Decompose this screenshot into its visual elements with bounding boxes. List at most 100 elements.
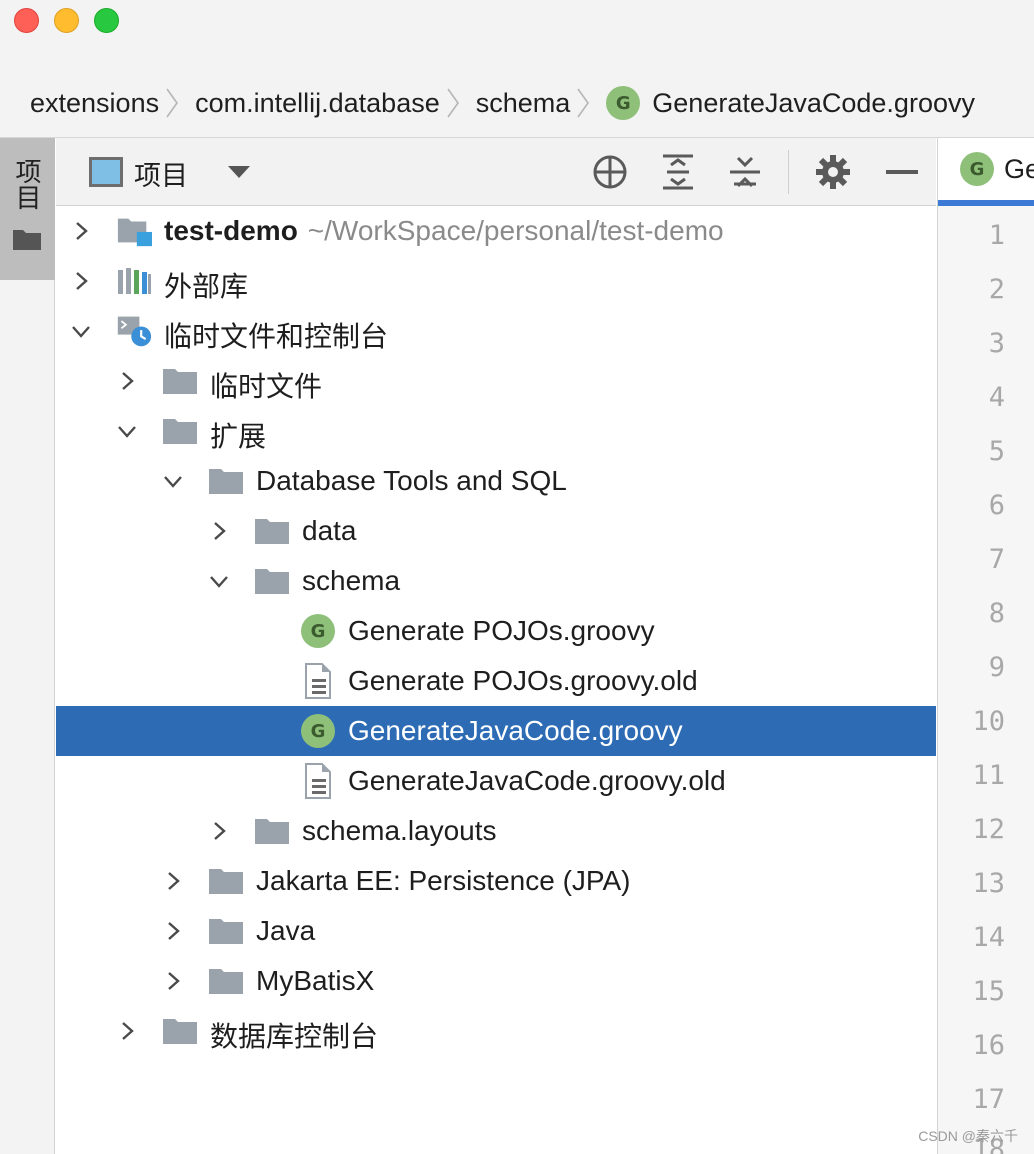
- line-number: 3: [988, 328, 1005, 359]
- tool-window-strip: 项目: [0, 138, 55, 1154]
- line-number: 5: [988, 436, 1005, 467]
- line-number: 17: [972, 1084, 1005, 1115]
- tree-row-database-consoles[interactable]: 数据库控制台: [56, 1006, 936, 1056]
- tree-row-test-demo[interactable]: test-demo ~/WorkSpace/personal/test-demo: [56, 206, 936, 256]
- tree-row-mybatisx[interactable]: MyBatisX: [56, 956, 936, 1006]
- line-number: 10: [972, 706, 1005, 737]
- chevron-right-icon[interactable]: [162, 920, 184, 942]
- breadcrumb-separator-icon: [165, 85, 179, 121]
- breadcrumb-item[interactable]: com.intellij.database: [195, 88, 440, 119]
- line-number-gutter: 1 2 3 4 5 6 7 8 9 10 11 12 13 14 15 16 1…: [938, 208, 1034, 1154]
- breadcrumb-item-file[interactable]: G GenerateJavaCode.groovy: [606, 86, 975, 120]
- tree-row-label: schema.layouts: [302, 815, 497, 846]
- chevron-right-icon[interactable]: [116, 370, 138, 392]
- text-file-icon: [300, 663, 336, 699]
- chevron-right-icon[interactable]: [162, 870, 184, 892]
- folder-icon: [208, 864, 244, 898]
- groovy-icon: G: [960, 152, 994, 186]
- groovy-icon: G: [301, 714, 335, 748]
- folder-icon: [208, 964, 244, 998]
- chevron-right-icon[interactable]: [162, 970, 184, 992]
- title-bar: extensions com.intellij.database schema …: [0, 0, 1034, 138]
- project-toolbar: 项目: [56, 138, 936, 206]
- tree-row-label: Generate POJOs.groovy.old: [348, 665, 698, 696]
- maximize-window-button[interactable]: [94, 8, 119, 33]
- chevron-right-icon[interactable]: [70, 270, 92, 292]
- chevron-right-icon[interactable]: [208, 820, 230, 842]
- folder-icon: [162, 364, 198, 398]
- chevron-down-icon[interactable]: [162, 470, 184, 492]
- tree-row-schema[interactable]: schema: [56, 556, 936, 606]
- tree-row-label: test-demo: [164, 215, 298, 246]
- project-view-icon: [89, 157, 123, 187]
- tree-row-label: Database Tools and SQL: [256, 465, 567, 496]
- line-number: 11: [972, 760, 1005, 791]
- line-number: 4: [988, 382, 1005, 413]
- toolbar-divider: [788, 150, 789, 194]
- tree-row-label: GenerateJavaCode.groovy: [348, 715, 683, 746]
- editor-tab-label: Ge: [1004, 153, 1034, 184]
- tree-row-external-libraries[interactable]: 外部库: [56, 256, 936, 306]
- breadcrumb-separator-icon: [576, 85, 590, 121]
- groovy-icon: G: [606, 86, 641, 120]
- breadcrumb-separator-icon: [446, 85, 460, 121]
- folder-icon: [162, 1014, 198, 1048]
- tree-row-file[interactable]: GenerateJavaCode.groovy.old: [56, 756, 936, 806]
- project-tool-window-tab[interactable]: 项目: [0, 138, 55, 280]
- chevron-down-icon[interactable]: [116, 420, 138, 442]
- text-file-icon: [300, 763, 336, 799]
- line-number: 15: [972, 976, 1005, 1007]
- minimize-icon[interactable]: [882, 152, 922, 192]
- tree-row-file[interactable]: G Generate POJOs.groovy: [56, 606, 936, 656]
- tree-row-path: ~/WorkSpace/personal/test-demo: [307, 215, 724, 246]
- tree-row-data[interactable]: data: [56, 506, 936, 556]
- library-icon: [116, 264, 152, 298]
- tree-row-schema-layouts[interactable]: schema.layouts: [56, 806, 936, 856]
- line-number: 9: [988, 652, 1005, 683]
- tree-row-file[interactable]: Generate POJOs.groovy.old: [56, 656, 936, 706]
- collapse-all-icon[interactable]: [725, 152, 765, 192]
- tree-row-label: 临时文件: [210, 371, 323, 402]
- line-number: 7: [988, 544, 1005, 575]
- folder-icon: [208, 914, 244, 948]
- line-number: 8: [988, 598, 1005, 629]
- project-tree: test-demo ~/WorkSpace/personal/test-demo …: [56, 206, 936, 1154]
- editor-tab[interactable]: G Ge: [938, 138, 1034, 206]
- expand-all-icon[interactable]: [658, 152, 698, 192]
- chevron-right-icon[interactable]: [70, 220, 92, 242]
- scratch-icon: [116, 314, 152, 348]
- watermark: CSDN @秦六千: [918, 1128, 1018, 1144]
- gear-icon[interactable]: [813, 152, 853, 192]
- chevron-down-icon[interactable]: [70, 320, 92, 342]
- folder-icon: [208, 464, 244, 498]
- tree-row-extensions[interactable]: 扩展: [56, 406, 936, 456]
- chevron-right-icon[interactable]: [116, 1020, 138, 1042]
- tree-row-label: 数据库控制台: [210, 1021, 379, 1052]
- tree-row-label: Jakarta EE: Persistence (JPA): [256, 865, 631, 896]
- breadcrumb-item[interactable]: extensions: [30, 88, 159, 119]
- tree-row-database-tools[interactable]: Database Tools and SQL: [56, 456, 936, 506]
- breadcrumb-item[interactable]: schema: [476, 88, 571, 119]
- tree-row-java[interactable]: Java: [56, 906, 936, 956]
- tree-row-label: MyBatisX: [256, 965, 375, 996]
- line-number: 13: [972, 868, 1005, 899]
- tree-row-label: GenerateJavaCode.groovy.old: [348, 765, 726, 796]
- chevron-down-icon[interactable]: [208, 570, 230, 592]
- minimize-window-button[interactable]: [54, 8, 79, 33]
- folder-icon: [254, 564, 290, 598]
- line-number: 12: [972, 814, 1005, 845]
- groovy-icon: G: [301, 614, 335, 648]
- locate-icon[interactable]: [590, 152, 630, 192]
- tree-row-scratches-and-consoles[interactable]: 临时文件和控制台: [56, 306, 936, 356]
- project-view-title[interactable]: 项目: [134, 154, 188, 193]
- tree-row-label: data: [302, 515, 357, 546]
- chevron-right-icon[interactable]: [208, 520, 230, 542]
- close-window-button[interactable]: [14, 8, 39, 33]
- module-folder-icon: [116, 214, 152, 248]
- tree-row-file-selected[interactable]: G GenerateJavaCode.groovy: [56, 706, 936, 756]
- tree-row-label: Java: [256, 915, 316, 946]
- tree-row-scratches[interactable]: 临时文件: [56, 356, 936, 406]
- chevron-down-icon[interactable]: [226, 164, 252, 180]
- breadcrumb-file-label: GenerateJavaCode.groovy: [652, 87, 975, 118]
- tree-row-jakarta[interactable]: Jakarta EE: Persistence (JPA): [56, 856, 936, 906]
